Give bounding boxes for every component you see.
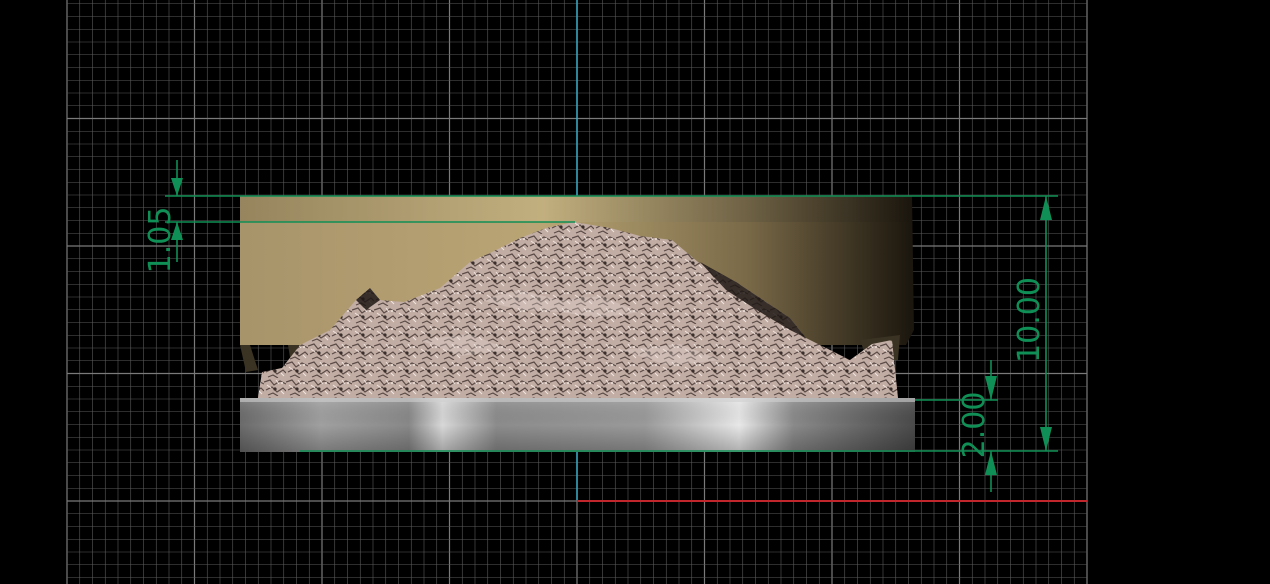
base-plate-shade: [240, 398, 915, 452]
dimension-label-base-height[interactable]: 2.00: [957, 392, 992, 459]
cad-viewport[interactable]: 1.05 10.00 2.00: [0, 0, 1270, 584]
dimension-label-total-height[interactable]: 10.00: [1012, 277, 1047, 363]
enclosure-top-face: [240, 196, 912, 222]
model-3d[interactable]: [240, 196, 915, 452]
dimension-label-top-offset[interactable]: 1.05: [143, 207, 178, 274]
